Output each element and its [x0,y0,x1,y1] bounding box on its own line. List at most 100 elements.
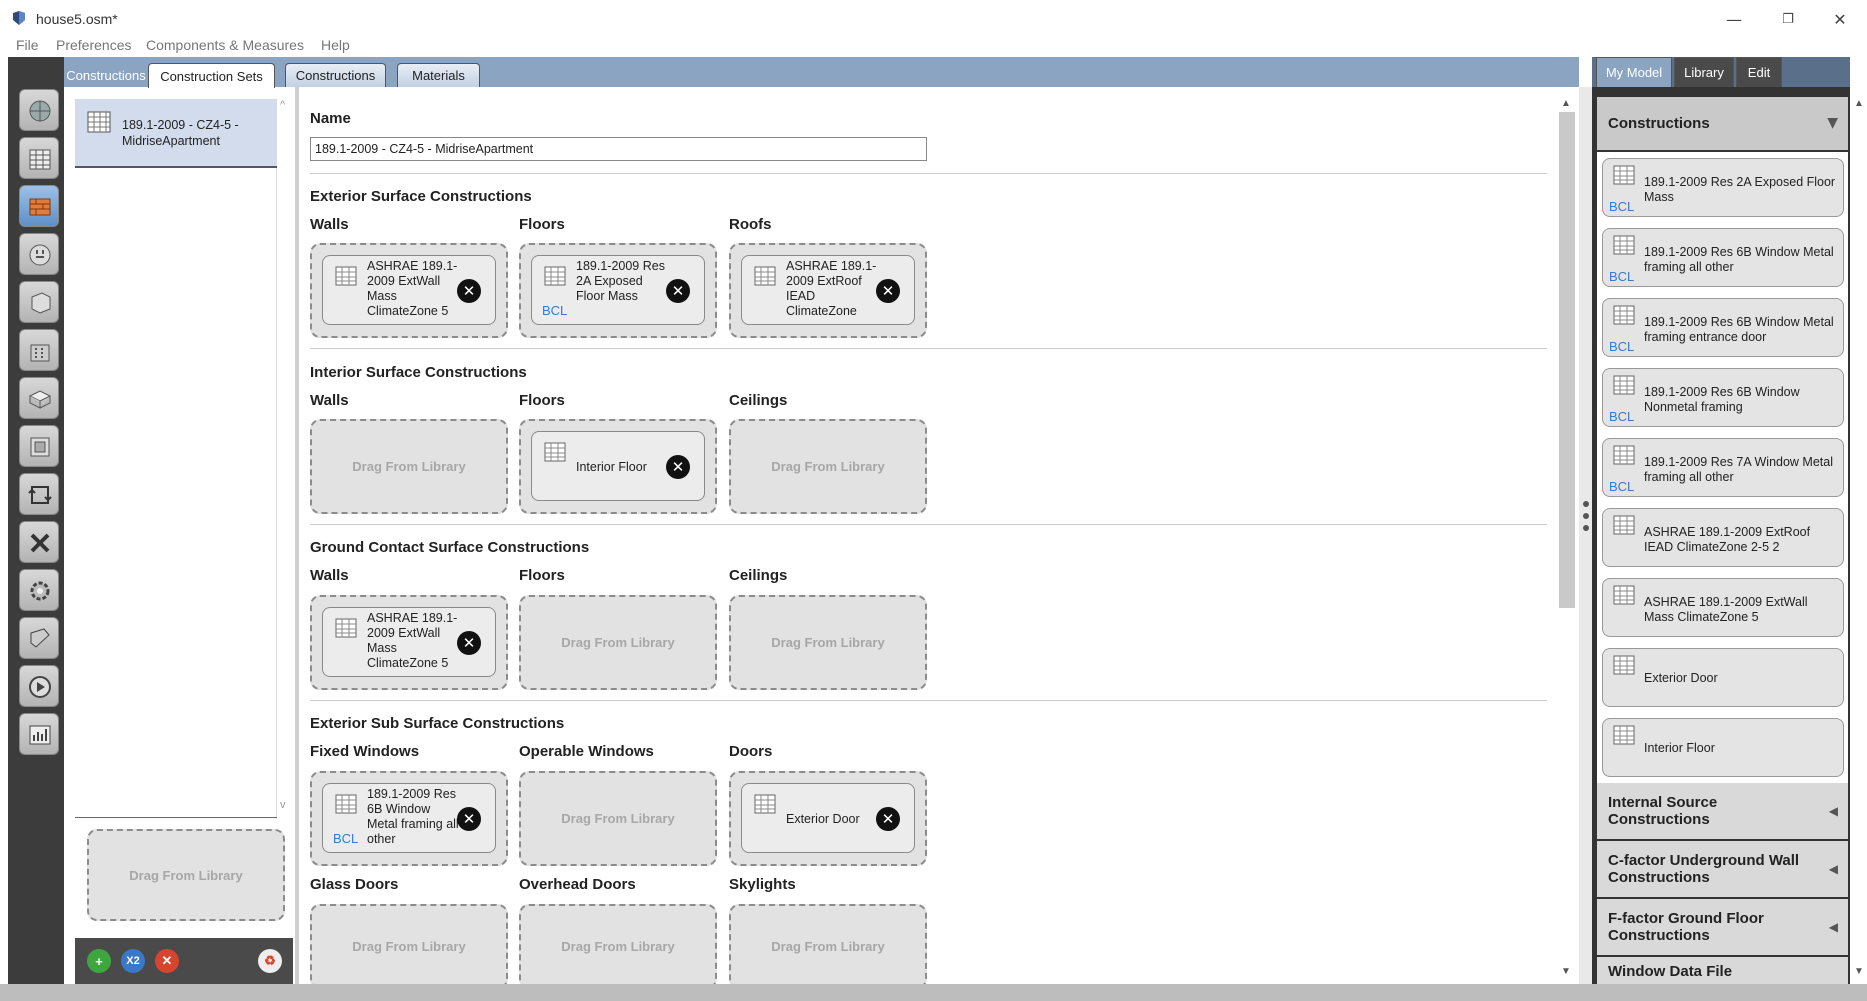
internal-source-constructions-header[interactable]: Internal Source Constructions ◀ [1597,783,1848,839]
copy-button[interactable]: X2 [121,949,145,973]
right-scrollbar[interactable]: ▲ ▼ [1850,96,1867,984]
facility-icon[interactable] [19,329,59,371]
remove-construction-icon[interactable]: ✕ [457,279,481,303]
f-factor-constructions-header[interactable]: F-factor Ground Floor Constructions ◀ [1597,899,1848,955]
scroll-up-icon[interactable]: ▲ [1561,98,1571,109]
construction-icon [1613,305,1635,325]
remove-button[interactable]: ✕ [155,949,179,973]
results-summary-icon[interactable] [19,713,59,755]
menu-file[interactable]: File [16,37,39,53]
library-item[interactable]: Interior Floor [1602,718,1844,777]
outputs-icon[interactable] [19,569,59,611]
menu-preferences[interactable]: Preferences [56,37,131,53]
list-separator [75,166,277,168]
menu-components-measures[interactable]: Components & Measures [146,37,304,53]
tab-my-model[interactable]: My Model [1596,57,1672,87]
slot-doors[interactable]: Exterior Door ✕ [729,771,927,866]
remove-construction-icon[interactable]: ✕ [876,279,900,303]
tab-construction-sets[interactable]: Construction Sets [148,63,275,88]
library-item[interactable]: ASHRAE 189.1-2009 ExtWall Mass ClimateZo… [1602,578,1844,637]
slot-ground-ceilings[interactable]: Drag From Library [729,595,927,690]
panel-splitter[interactable] [1579,87,1592,984]
slot-fixed-windows[interactable]: 189.1-2009 Res 6B Window Metal framing a… [310,771,508,866]
tab-edit[interactable]: Edit [1736,57,1782,87]
column-label-walls: Walls [310,567,349,584]
library-item-name: 189.1-2009 Res 6B Window Nonmetal framin… [1644,385,1800,414]
building-summary-icon[interactable] [19,521,59,563]
name-field[interactable] [310,137,927,161]
construction-card[interactable]: Exterior Door ✕ [741,783,915,853]
construction-card[interactable]: 189.1-2009 Res 6B Window Metal framing a… [322,783,496,853]
list-scroll-up-icon[interactable]: ^ [280,99,285,111]
simulation-settings-icon[interactable] [19,617,59,659]
scroll-down-icon[interactable]: ▼ [1561,966,1571,977]
add-button[interactable]: + [87,949,111,973]
construction-card[interactable]: 189.1-2009 Res 2A Exposed Floor Mass BCL… [531,255,705,325]
library-item[interactable]: Exterior Door [1602,648,1844,707]
remove-construction-icon[interactable]: ✕ [666,279,690,303]
construction-card[interactable]: ASHRAE 189.1-2009 ExtWall Mass ClimateZo… [322,607,496,677]
slot-interior-floors[interactable]: Interior Floor ✕ [519,419,717,514]
slot-exterior-roofs[interactable]: ASHRAE 189.1-2009 ExtRoof IEAD ClimateZo… [729,243,927,338]
window-data-file-header[interactable]: Window Data File [1597,957,1848,984]
library-item-name: Interior Floor [1644,741,1715,755]
slot-ground-walls[interactable]: ASHRAE 189.1-2009 ExtWall Mass ClimateZo… [310,595,508,690]
construction-card[interactable]: Interior Floor ✕ [531,431,705,501]
scroll-up-icon[interactable]: ▲ [1854,98,1864,109]
construction-name: ASHRAE 189.1-2009 ExtRoof IEAD ClimateZo… [786,259,877,318]
loads-icon[interactable] [19,233,59,275]
list-item-selected[interactable]: 189.1-2009 - CZ4-5 - MidriseApartment [75,99,277,167]
constructions-icon[interactable] [19,185,59,227]
site-icon[interactable] [19,89,59,131]
slot-operable-windows[interactable]: Drag From Library [519,771,717,866]
tab-materials[interactable]: Materials [397,63,480,87]
main-scrollbar[interactable]: ▲ ▼ [1556,96,1578,984]
column-label-walls: Walls [310,216,349,233]
slot-overhead-doors[interactable]: Drag From Library [519,904,717,989]
construction-icon [1613,655,1635,675]
remove-construction-icon[interactable]: ✕ [457,631,481,655]
slot-interior-walls[interactable]: Drag From Library [310,419,508,514]
construction-card[interactable]: ASHRAE 189.1-2009 ExtRoof IEAD ClimateZo… [741,255,915,325]
library-item[interactable]: 189.1-2009 Res 6B Window Nonmetal framin… [1602,368,1844,427]
scroll-down-icon[interactable]: ▼ [1854,966,1864,977]
tab-constructions[interactable]: Constructions [285,63,386,87]
construction-name: ASHRAE 189.1-2009 ExtWall Mass ClimateZo… [367,259,458,318]
schedules-icon[interactable] [19,137,59,179]
run-simulation-icon[interactable] [19,665,59,707]
scroll-thumb[interactable] [1559,112,1575,608]
slot-exterior-walls[interactable]: ASHRAE 189.1-2009 ExtWall Mass ClimateZo… [310,243,508,338]
name-label: Name [310,110,351,127]
minimize-button[interactable]: — [1711,6,1757,32]
purge-button[interactable]: ♻ [258,949,282,973]
slot-exterior-floors[interactable]: 189.1-2009 Res 2A Exposed Floor Mass BCL… [519,243,717,338]
remove-construction-icon[interactable]: ✕ [457,807,481,831]
library-item[interactable]: 189.1-2009 Res 2A Exposed Floor Mass BCL [1602,158,1844,217]
collapsed-arrow-icon: ◀ [1828,919,1838,934]
library-item[interactable]: 189.1-2009 Res 6B Window Metal framing a… [1602,228,1844,287]
c-factor-constructions-header[interactable]: C-factor Underground Wall Constructions … [1597,841,1848,897]
menu-help[interactable]: Help [321,37,350,53]
splitter-dot [1583,501,1589,507]
library-item[interactable]: 189.1-2009 Res 6B Window Metal framing e… [1602,298,1844,357]
list-drop-zone[interactable]: Drag From Library [87,829,285,921]
slot-skylights[interactable]: Drag From Library [729,904,927,989]
restore-button[interactable]: ❐ [1765,6,1811,32]
remove-construction-icon[interactable]: ✕ [876,807,900,831]
library-item[interactable]: ASHRAE 189.1-2009 ExtRoof IEAD ClimateZo… [1602,508,1844,567]
construction-card[interactable]: ASHRAE 189.1-2009 ExtWall Mass ClimateZo… [322,255,496,325]
slot-interior-ceilings[interactable]: Drag From Library [729,419,927,514]
slot-glass-doors[interactable]: Drag From Library [310,904,508,989]
close-window-button[interactable]: ✕ [1817,6,1863,32]
construction-icon [1613,725,1635,745]
constructions-section-header[interactable]: Constructions ▼ [1597,97,1848,150]
slot-ground-floors[interactable]: Drag From Library [519,595,717,690]
list-scroll-down-icon[interactable]: v [280,799,286,811]
spaces-icon[interactable] [19,377,59,419]
library-item[interactable]: 189.1-2009 Res 7A Window Metal framing a… [1602,438,1844,497]
remove-construction-icon[interactable]: ✕ [666,455,690,479]
tab-library[interactable]: Library [1674,57,1734,87]
space-types-icon[interactable] [19,281,59,323]
hvac-systems-icon[interactable] [19,473,59,515]
thermal-zones-icon[interactable] [19,425,59,467]
